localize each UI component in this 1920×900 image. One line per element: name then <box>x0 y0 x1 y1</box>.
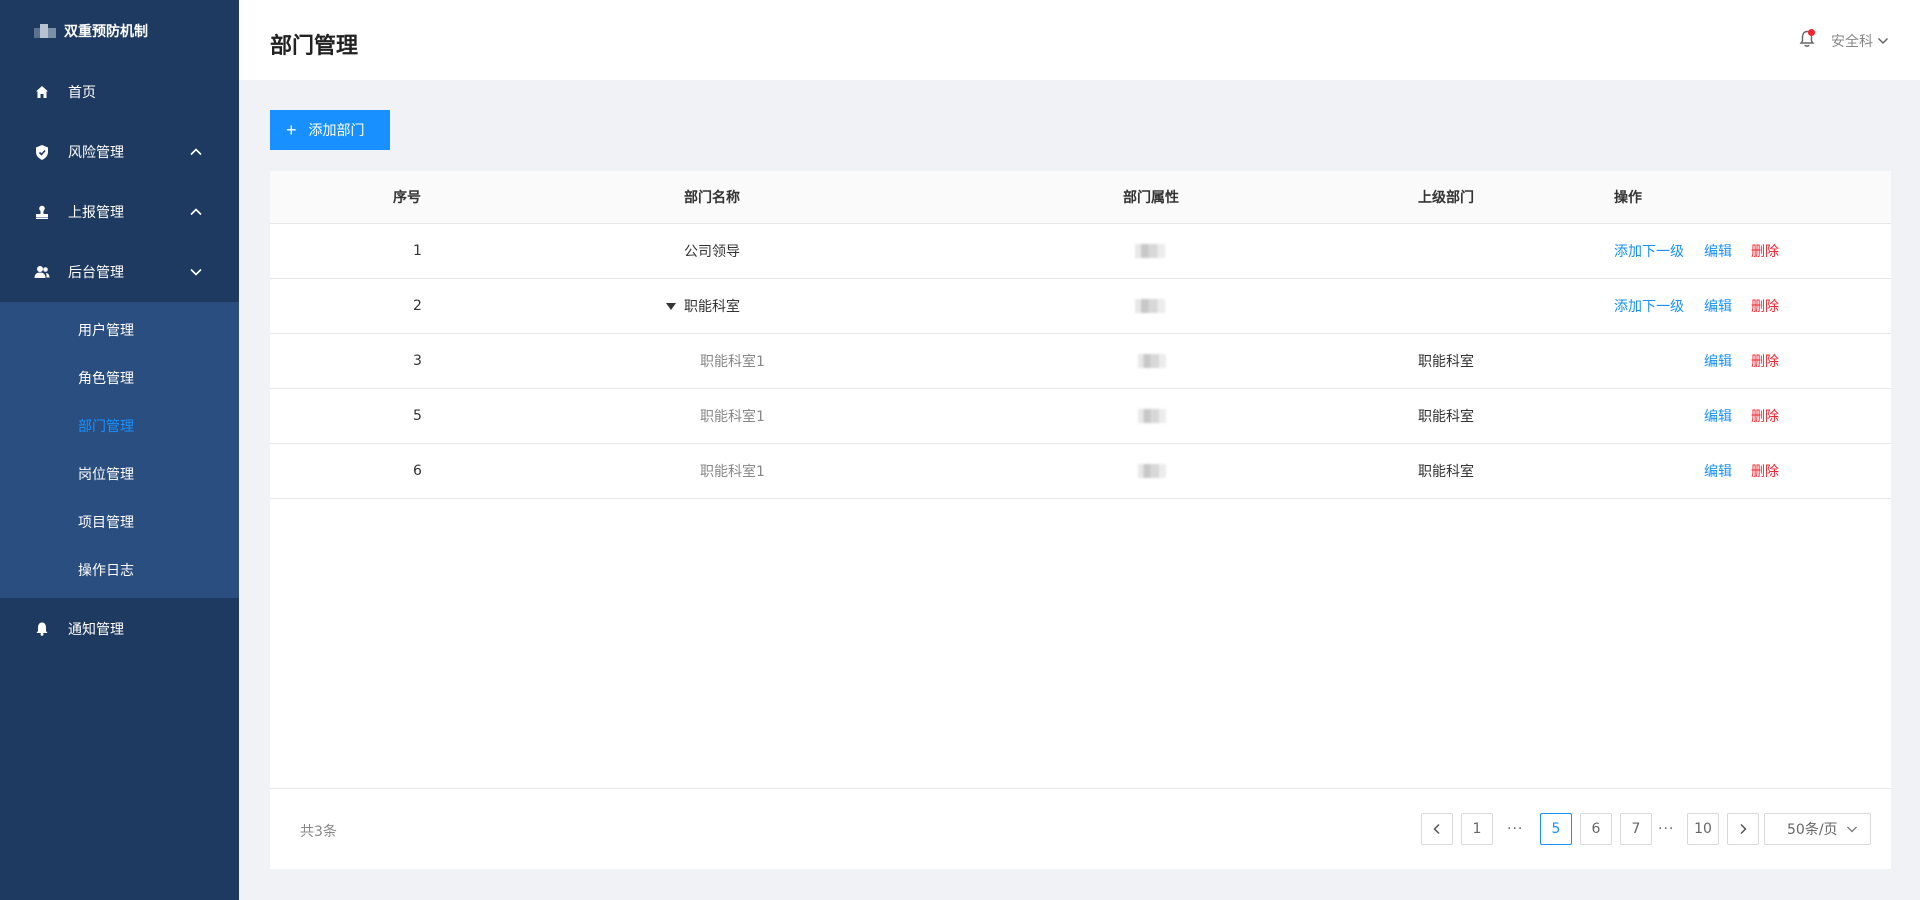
add-department-label: 添加部门 <box>308 122 365 138</box>
table-row: 1 公司领导 添加下一级 编辑 删除 <box>270 224 1891 279</box>
pagination-bar: 共3条 1 ··· 5 6 7 ··· 10 50条/页 <box>270 788 1891 869</box>
row-index: 5 <box>413 408 422 424</box>
chevron-down-icon <box>1877 37 1889 45</box>
brand: 双重预防机制 <box>0 0 239 62</box>
page-button[interactable]: 1 <box>1461 813 1493 845</box>
sidebar-item-roles[interactable]: 角色管理 <box>0 354 239 402</box>
total-count: 共3条 <box>300 824 337 840</box>
page-button[interactable]: 6 <box>1580 813 1612 845</box>
column-header-parent: 上级部门 <box>1418 190 1474 206</box>
sidebar-item-users[interactable]: 用户管理 <box>0 306 239 354</box>
sidebar-item-home[interactable]: 首页 <box>0 62 239 122</box>
parent-department: 职能科室 <box>1418 354 1474 370</box>
table-row: 2 职能科室 添加下一级 编辑 删除 <box>270 279 1891 334</box>
attribute-value-blurred <box>1135 224 1165 278</box>
row-index: 6 <box>413 463 422 479</box>
header: 部门管理 安全科 <box>239 0 1920 80</box>
expand-toggle[interactable] <box>666 279 684 333</box>
page-button-current[interactable]: 5 <box>1540 813 1572 845</box>
chevron-down-icon <box>190 268 202 276</box>
chevron-left-icon <box>1433 823 1440 835</box>
sidebar-item-label: 通知管理 <box>68 622 124 638</box>
table-row: 3 职能科室1 职能科室 编辑 删除 <box>270 334 1891 389</box>
delete-link[interactable]: 删除 <box>1751 279 1779 333</box>
department-name: 职能科室1 <box>700 464 765 480</box>
users-icon <box>34 264 50 280</box>
attribute-value-blurred <box>1138 444 1166 498</box>
chevron-up-icon <box>190 148 202 156</box>
plus-icon: + <box>286 120 297 140</box>
sidebar-item-positions[interactable]: 岗位管理 <box>0 450 239 498</box>
sidebar-item-departments[interactable]: 部门管理 <box>0 402 239 450</box>
table-row: 6 职能科室1 职能科室 编辑 删除 <box>270 444 1891 499</box>
edit-link[interactable]: 编辑 <box>1704 389 1732 443</box>
sidebar-item-admin[interactable]: 后台管理 <box>0 242 239 302</box>
sidebar: 双重预防机制 首页 风险管理 上报管理 后台管理 用户管理 角色管理 部门管理 … <box>0 0 239 900</box>
column-header-actions: 操作 <box>1614 190 1642 206</box>
sidebar-item-label: 上报管理 <box>68 205 124 221</box>
add-child-link[interactable]: 添加下一级 <box>1614 224 1684 278</box>
next-page-button[interactable] <box>1727 813 1759 845</box>
sidebar-item-risk[interactable]: 风险管理 <box>0 122 239 182</box>
department-name: 职能科室1 <box>700 409 765 425</box>
parent-department: 职能科室 <box>1418 464 1474 480</box>
sidebar-item-notify[interactable]: 通知管理 <box>0 598 239 660</box>
table-row: 5 职能科室1 职能科室 编辑 删除 <box>270 389 1891 444</box>
table-header: 序号 部门名称 部门属性 上级部门 操作 <box>270 171 1891 224</box>
sidebar-item-label: 后台管理 <box>68 265 124 281</box>
attribute-value-blurred <box>1135 279 1165 333</box>
chevron-up-icon <box>190 208 202 216</box>
notification-dot <box>1808 29 1815 36</box>
shield-icon <box>34 144 50 160</box>
column-header-name: 部门名称 <box>684 190 740 206</box>
home-icon <box>34 84 50 100</box>
stamp-icon <box>34 204 50 220</box>
edit-link[interactable]: 编辑 <box>1704 334 1732 388</box>
attribute-value-blurred <box>1138 334 1166 388</box>
bell-icon <box>34 621 50 637</box>
chevron-down-icon <box>1847 826 1857 833</box>
department-name: 职能科室 <box>684 299 740 315</box>
user-menu[interactable]: 安全科 <box>1831 31 1889 51</box>
page-button[interactable]: 7 <box>1620 813 1652 845</box>
department-name: 公司领导 <box>684 244 740 260</box>
sidebar-item-report[interactable]: 上报管理 <box>0 182 239 242</box>
page-size-value: 50条/页 <box>1787 822 1838 838</box>
delete-link[interactable]: 删除 <box>1751 389 1779 443</box>
page-title: 部门管理 <box>270 34 359 59</box>
edit-link[interactable]: 编辑 <box>1704 444 1732 498</box>
sidebar-item-logs[interactable]: 操作日志 <box>0 546 239 594</box>
row-index: 1 <box>413 243 422 259</box>
sidebar-item-projects[interactable]: 项目管理 <box>0 498 239 546</box>
column-header-attribute: 部门属性 <box>1123 190 1179 206</box>
department-name: 职能科室1 <box>700 354 765 370</box>
prev-page-button[interactable] <box>1421 813 1453 845</box>
parent-department: 职能科室 <box>1418 409 1474 425</box>
sidebar-item-label: 风险管理 <box>68 145 124 161</box>
delete-link[interactable]: 删除 <box>1751 224 1779 278</box>
app-name: 双重预防机制 <box>64 24 148 40</box>
edit-link[interactable]: 编辑 <box>1704 279 1732 333</box>
department-table-card: 序号 部门名称 部门属性 上级部门 操作 1 公司领导 添加下一级 编辑 删除 … <box>270 171 1891 869</box>
admin-submenu: 用户管理 角色管理 部门管理 岗位管理 项目管理 操作日志 <box>0 302 239 598</box>
page-button[interactable]: 10 <box>1687 813 1719 845</box>
delete-link[interactable]: 删除 <box>1751 334 1779 388</box>
page-size-select[interactable]: 50条/页 <box>1764 813 1871 845</box>
add-department-button[interactable]: + 添加部门 <box>270 110 390 150</box>
column-header-index: 序号 <box>393 190 421 206</box>
page-ellipsis[interactable]: ··· <box>1507 813 1523 845</box>
add-child-link[interactable]: 添加下一级 <box>1614 279 1684 333</box>
row-index: 3 <box>413 353 422 369</box>
caret-down-icon <box>666 302 676 310</box>
attribute-value-blurred <box>1138 389 1166 443</box>
edit-link[interactable]: 编辑 <box>1704 224 1732 278</box>
page-ellipsis[interactable]: ··· <box>1658 813 1674 845</box>
delete-link[interactable]: 删除 <box>1751 444 1779 498</box>
logo-icon <box>34 22 58 40</box>
row-index: 2 <box>413 298 422 314</box>
user-name: 安全科 <box>1831 34 1873 50</box>
sidebar-item-label: 首页 <box>68 85 96 101</box>
chevron-right-icon <box>1740 823 1747 835</box>
